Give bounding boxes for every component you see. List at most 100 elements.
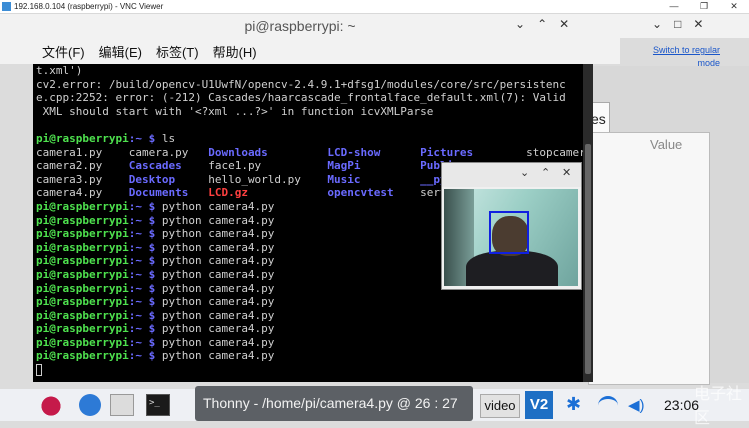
- terminal-close-button[interactable]: ✕: [559, 17, 569, 31]
- menu-edit[interactable]: 编辑(E): [99, 42, 142, 61]
- vnc-close-button[interactable]: ✕: [719, 0, 749, 13]
- prompt-path: :~ $: [128, 281, 162, 295]
- error-text: cv2.error: /build/opencv-U1UwfN/opencv-2…: [36, 77, 566, 91]
- file-manager-folder-icon[interactable]: [110, 394, 134, 416]
- prompt-user: pi@raspberrypi: [36, 308, 129, 322]
- vnc-title: 192.168.0.104 (raspberrypi) - VNC Viewer: [14, 2, 164, 11]
- ls-entry: camera4.py: [36, 186, 129, 200]
- error-text: XML should start with '<?xml ...?>' in f…: [36, 104, 434, 118]
- command-text: python camera4.py: [161, 295, 275, 309]
- raspberry-menu-icon[interactable]: [39, 394, 63, 416]
- camera-preview-window: ⌄ ⌃ ✕: [441, 162, 582, 290]
- command-text: python camera4.py: [161, 213, 275, 227]
- ls-entry: hello_world.py: [208, 172, 328, 186]
- terminal-line: pi@raspberrypi:~ $ python camera4.py: [36, 309, 593, 323]
- command-text: python camera4.py: [161, 254, 275, 268]
- terminal-line: camera1.py camera.py Downloads LCD-show …: [36, 146, 593, 160]
- menu-file[interactable]: 文件(F): [42, 42, 85, 61]
- prompt-user: pi@raspberrypi: [36, 281, 129, 295]
- outer-window-controls: ⌄ □ ✕: [652, 17, 703, 31]
- vnc-minimize-button[interactable]: —: [659, 0, 689, 13]
- prompt-path: :~ $: [128, 295, 162, 309]
- prompt-user: pi@raspberrypi: [36, 240, 129, 254]
- ls-entry: LCD.gz: [208, 186, 328, 200]
- prompt-user: pi@raspberrypi: [36, 199, 129, 213]
- terminal-title-bar: pi@raspberrypi: ~ ⌄ ⌃ ✕ ⌄ □ ✕: [0, 14, 749, 38]
- prompt-user: pi@raspberrypi: [36, 213, 129, 227]
- terminal-line: e.cpp:2252: error: (-212) Cascades/haarc…: [36, 91, 593, 105]
- command-text: python camera4.py: [161, 322, 275, 336]
- video-taskbar-button[interactable]: video: [480, 394, 520, 418]
- menu-tabs[interactable]: 标签(T): [156, 42, 199, 61]
- command-text: python camera4.py: [161, 308, 275, 322]
- ls-entry: Documents: [128, 186, 209, 200]
- ls-entry: camera2.py: [36, 159, 129, 173]
- terminal-window-title: pi@raspberrypi: ~: [244, 18, 356, 34]
- terminal-line: pi@raspberrypi:~ $ python camera4.py: [36, 295, 593, 309]
- ls-entry: camera.py: [128, 145, 209, 159]
- outer-minimize-button[interactable]: ⌄: [652, 17, 662, 31]
- vnc-restore-button[interactable]: ❐: [689, 0, 719, 13]
- ls-entry: face1.py: [208, 159, 328, 173]
- ls-entry: Desktop: [128, 172, 209, 186]
- thonny-variables-panel: es Value: [578, 66, 749, 385]
- prompt-user: pi@raspberrypi: [36, 254, 129, 268]
- terminal-cursor: [36, 364, 42, 377]
- ls-entry: Downloads: [208, 145, 328, 159]
- terminal-line: cv2.error: /build/opencv-U1UwfN/opencv-2…: [36, 78, 593, 92]
- terminal-line: [36, 118, 593, 132]
- bluetooth-icon[interactable]: ✱: [566, 394, 581, 415]
- terminal-menubar: 文件(F) 编辑(E) 标签(T) 帮助(H): [0, 38, 620, 64]
- terminal-line: XML should start with '<?xml ...?>' in f…: [36, 105, 593, 119]
- ls-entry: Cascades: [128, 159, 209, 173]
- prompt-path: :~ $: [128, 131, 162, 145]
- face-detection-box: [489, 211, 529, 254]
- camera-close-button[interactable]: ✕: [562, 166, 571, 179]
- prompt-path: :~ $: [128, 227, 162, 241]
- prompt-user: pi@raspberrypi: [36, 335, 129, 349]
- value-column-header: Value: [650, 137, 683, 152]
- prompt-path: :~ $: [128, 213, 162, 227]
- prompt-user: pi@raspberrypi: [36, 322, 129, 336]
- prompt-path: :~ $: [128, 240, 162, 254]
- command-text: python camera4.py: [161, 281, 275, 295]
- command-text: python camera4.py: [161, 227, 275, 241]
- ls-entry: LCD-show: [327, 145, 421, 159]
- ls-entry: opencvtest: [327, 186, 421, 200]
- camera-maximize-button[interactable]: ⌃: [541, 166, 550, 179]
- prompt-path: :~ $: [128, 199, 162, 213]
- command-text: ls: [161, 131, 176, 145]
- outer-maximize-button[interactable]: □: [674, 17, 681, 31]
- command-text: python camera4.py: [161, 240, 275, 254]
- vnc-window-controls: — ❐ ✕: [659, 0, 749, 13]
- volume-icon[interactable]: ◀): [628, 396, 645, 414]
- vnc-logo-icon: [2, 2, 11, 11]
- terminal-maximize-button[interactable]: ⌃: [537, 17, 547, 31]
- terminal-line: pi@raspberrypi:~ $ python camera4.py: [36, 336, 593, 350]
- error-text: t.xml'): [36, 64, 83, 77]
- browser-globe-icon[interactable]: [79, 394, 101, 416]
- vnc-title-bar: 192.168.0.104 (raspberrypi) - VNC Viewer…: [0, 0, 749, 14]
- terminal-minimize-button[interactable]: ⌄: [515, 17, 525, 31]
- scrollbar-thumb[interactable]: [585, 144, 591, 374]
- terminal-line: pi@raspberrypi:~ $ ls: [36, 132, 593, 146]
- terminal-app-icon[interactable]: >_: [146, 394, 170, 416]
- prompt-path: :~ $: [128, 335, 162, 349]
- prompt-user: pi@raspberrypi: [36, 349, 129, 363]
- variables-table: [588, 132, 710, 385]
- prompt-user: pi@raspberrypi: [36, 295, 129, 309]
- outer-close-button[interactable]: ✕: [693, 17, 703, 31]
- ls-entry: MagPi: [327, 159, 421, 173]
- camera-frame: [444, 189, 578, 286]
- menu-help[interactable]: 帮助(H): [213, 42, 257, 61]
- terminal-scrollbar[interactable]: [583, 64, 593, 382]
- prompt-path: :~ $: [128, 267, 162, 281]
- thonny-taskbar-tooltip: Thonny - /home/pi/camera4.py @ 26 : 27: [195, 386, 473, 421]
- prompt-user: pi@raspberrypi: [36, 227, 129, 241]
- vnc-tray-icon[interactable]: V2: [525, 391, 553, 419]
- wifi-icon[interactable]: [598, 396, 618, 415]
- command-text: python camera4.py: [161, 199, 275, 213]
- camera-minimize-button[interactable]: ⌄: [520, 166, 529, 179]
- prompt-user: pi@raspberrypi: [36, 131, 129, 145]
